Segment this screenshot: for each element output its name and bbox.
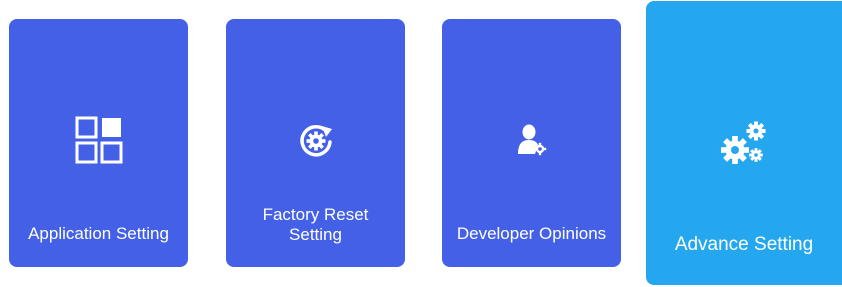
gears-icon: [721, 121, 766, 164]
advance-setting-tile[interactable]: Advance Setting: [646, 1, 842, 285]
advance-setting-label: Advance Setting: [674, 234, 814, 255]
application-setting-label: Application Setting: [28, 224, 169, 243]
developer-opinions-tile[interactable]: Developer Opinions: [442, 19, 621, 267]
grid-icon: [75, 116, 122, 164]
factory-reset-setting-label: Factory Reset Setting: [262, 205, 369, 244]
settings-menu: Application Setting Factory Reset Settin…: [0, 0, 842, 287]
application-setting-tile[interactable]: Application Setting: [9, 19, 188, 267]
developer-opinions-label: Developer Opinions: [456, 224, 607, 243]
factory-reset-setting-tile[interactable]: Factory Reset Setting: [226, 19, 405, 267]
reset-icon: [299, 124, 332, 157]
developer-icon: [517, 124, 546, 156]
